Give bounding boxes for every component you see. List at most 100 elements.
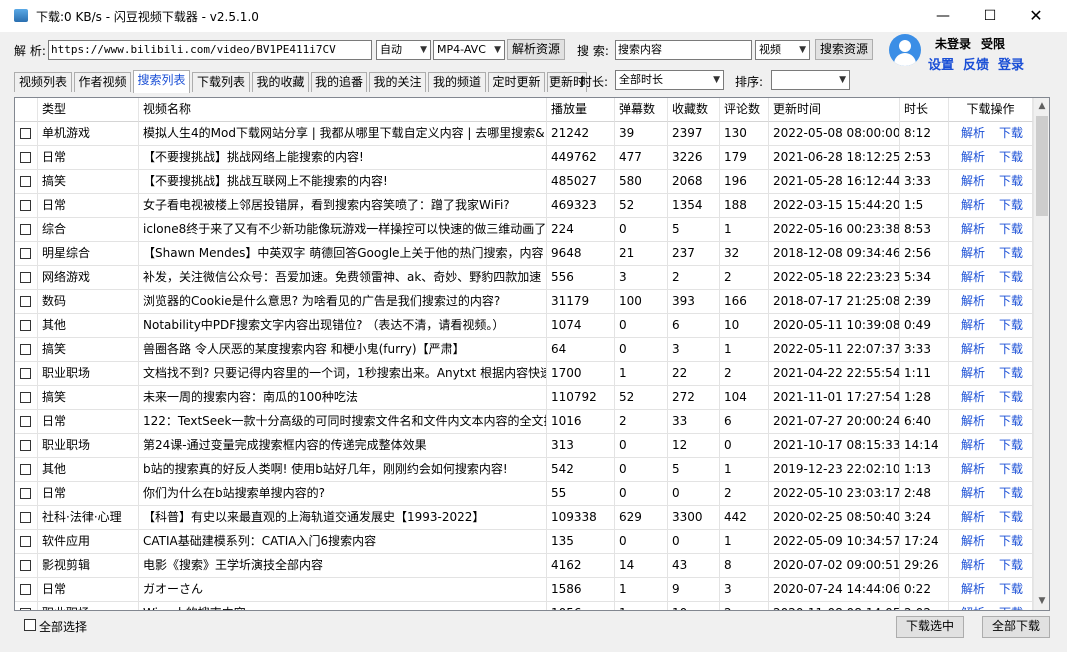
download-link[interactable]: 下载 [999,246,1023,260]
parse-resource-button[interactable]: 解析资源 [507,39,565,60]
tab-6[interactable]: 我的关注 [369,72,426,92]
parse-link[interactable]: 解析 [961,486,985,500]
table-row[interactable]: 搞笑 未来一周的搜索内容：南瓜的100种吃法 110792 52 272 104 2021-… [15,386,1033,410]
download-link[interactable]: 下载 [999,438,1023,452]
row-checkbox[interactable] [20,152,31,163]
tab-0[interactable]: 视频列表 [14,72,72,92]
download-link[interactable]: 下载 [999,486,1023,500]
maximize-button[interactable]: ☐ [967,0,1013,32]
parse-link[interactable]: 解析 [961,582,985,596]
row-checkbox[interactable] [20,392,31,403]
parse-link[interactable]: 解析 [961,126,985,140]
parse-link[interactable]: 解析 [961,294,985,308]
tab-8[interactable]: 定时更新 [488,72,545,92]
table-row[interactable]: 职业职场 第24课-通过变量完成搜索框内容的传递完成整体效果 313 0 12 0 2021… [15,434,1033,458]
download-link[interactable]: 下载 [999,126,1023,140]
minimize-button[interactable]: — [920,0,966,32]
table-row[interactable]: 综合 iclone8终于来了又有不少新功能像玩游戏一样操控可以快速的做三维动画了 2… [15,218,1033,242]
parse-link[interactable]: 解析 [961,270,985,284]
parse-link[interactable]: 解析 [961,558,985,572]
column-header-6[interactable]: 更新时间 [769,98,900,122]
url-input[interactable]: https://www.bilibili.com/video/BV1PE411i… [48,40,372,60]
table-row[interactable]: 日常 你们为什么在b站搜索单搜内容的? 55 0 0 2 2022-05-10 23:03:… [15,482,1033,506]
row-checkbox[interactable] [20,296,31,307]
scroll-up-icon[interactable]: ▲ [1034,98,1049,115]
feedback-link[interactable]: 反馈 [963,54,989,73]
select-all-checkbox[interactable] [24,619,36,631]
scrollbar-thumb[interactable] [1036,116,1048,216]
parse-link[interactable]: 解析 [961,246,985,260]
sort-select[interactable]: ▼ [771,70,850,90]
download-link[interactable]: 下载 [999,318,1023,332]
download-link[interactable]: 下载 [999,222,1023,236]
row-checkbox[interactable] [20,488,31,499]
scroll-down-icon[interactable]: ▼ [1034,593,1049,610]
parse-link[interactable]: 解析 [961,390,985,404]
tab-5[interactable]: 我的追番 [311,72,367,92]
parse-link[interactable]: 解析 [961,414,985,428]
download-link[interactable]: 下载 [999,174,1023,188]
table-row[interactable]: 日常 ガオーさん 1586 1 9 3 2020-07-24 14:44:06 0:22 解析下… [15,578,1033,602]
download-link[interactable]: 下载 [999,606,1023,610]
download-link[interactable]: 下载 [999,414,1023,428]
row-checkbox[interactable] [20,248,31,259]
row-checkbox[interactable] [20,368,31,379]
row-checkbox[interactable] [20,224,31,235]
download-all-button[interactable]: 全部下载 [982,616,1050,638]
user-avatar-icon[interactable] [889,34,921,66]
row-checkbox[interactable] [20,608,31,610]
quality-select[interactable]: 自动 ▼ [376,40,431,60]
parse-link[interactable]: 解析 [961,366,985,380]
download-selected-button[interactable]: 下载选中 [896,616,964,638]
search-input[interactable]: 搜索内容 [615,40,752,60]
row-checkbox[interactable] [20,176,31,187]
table-row[interactable]: 网络游戏 补发，关注微信公众号：吾爱加速。免费领雷神、ak、奇妙、野豹四款加速 55… [15,266,1033,290]
format-select[interactable]: MP4-AVC ▼ [433,40,505,60]
column-header-0[interactable]: 类型 [38,98,139,122]
column-header-5[interactable]: 评论数 [720,98,769,122]
table-row[interactable]: 其他 Notability中PDF搜索文字内容出现错位? （表达不清，请看视频。）… [15,314,1033,338]
row-checkbox[interactable] [20,200,31,211]
row-checkbox[interactable] [20,320,31,331]
row-checkbox[interactable] [20,560,31,571]
table-row[interactable]: 日常 女子看电视被楼上邻居投错屏，看到搜索内容笑喷了：蹭了我家WiFi? 46932… [15,194,1033,218]
parse-link[interactable]: 解析 [961,198,985,212]
download-link[interactable]: 下载 [999,270,1023,284]
parse-link[interactable]: 解析 [961,606,985,610]
download-link[interactable]: 下载 [999,462,1023,476]
table-row[interactable]: 职业职场 文档找不到? 只要记得内容里的一个词，1秒搜索出来。Anytxt 根据内… [15,362,1033,386]
download-link[interactable]: 下载 [999,390,1023,404]
parse-link[interactable]: 解析 [961,150,985,164]
column-header-8[interactable]: 下载操作 [949,98,1033,122]
table-row[interactable]: 影视剪辑 电影《搜索》王学圻演技全部内容 4162 14 43 8 2020-07-02 0… [15,554,1033,578]
download-link[interactable]: 下载 [999,582,1023,596]
table-row[interactable]: 软件应用 CATIA基础建模系列：CATIA入门6搜索内容 135 0 0 1 2022-0… [15,530,1033,554]
close-button[interactable]: ✕ [1013,0,1059,32]
parse-link[interactable]: 解析 [961,318,985,332]
download-link[interactable]: 下载 [999,366,1023,380]
row-checkbox[interactable] [20,416,31,427]
column-header-1[interactable]: 视频名称 [139,98,547,122]
download-link[interactable]: 下载 [999,150,1023,164]
parse-link[interactable]: 解析 [961,342,985,356]
parse-link[interactable]: 解析 [961,174,985,188]
column-header-4[interactable]: 收藏数 [668,98,720,122]
table-row[interactable]: 其他 b站的搜索真的好反人类啊! 使用b站好几年，刚刚约会如何搜索内容! 542 0 5… [15,458,1033,482]
tab-3[interactable]: 下载列表 [192,72,250,92]
download-link[interactable]: 下载 [999,294,1023,308]
row-checkbox[interactable] [20,272,31,283]
table-row[interactable]: 社科·法律·心理 【科普】有史以来最直观的上海轨道交通发展史【1993-2022】… [15,506,1033,530]
download-link[interactable]: 下载 [999,198,1023,212]
login-link[interactable]: 登录 [998,54,1024,73]
parse-link[interactable]: 解析 [961,534,985,548]
table-row[interactable]: 搞笑 【不要搜挑战】挑战互联网上不能搜索的内容! 485027 580 2068 196 2… [15,170,1033,194]
tab-1[interactable]: 作者视频 [74,72,131,92]
parse-link[interactable]: 解析 [961,438,985,452]
row-checkbox[interactable] [20,584,31,595]
column-header-2[interactable]: 播放量 [547,98,615,122]
parse-link[interactable]: 解析 [961,222,985,236]
download-link[interactable]: 下载 [999,534,1023,548]
row-checkbox[interactable] [20,512,31,523]
table-row[interactable]: 职业职场Wi 一人的搜索内容105611022020-11-08 08:14:0… [15,602,1033,610]
column-header-3[interactable]: 弹幕数 [615,98,668,122]
